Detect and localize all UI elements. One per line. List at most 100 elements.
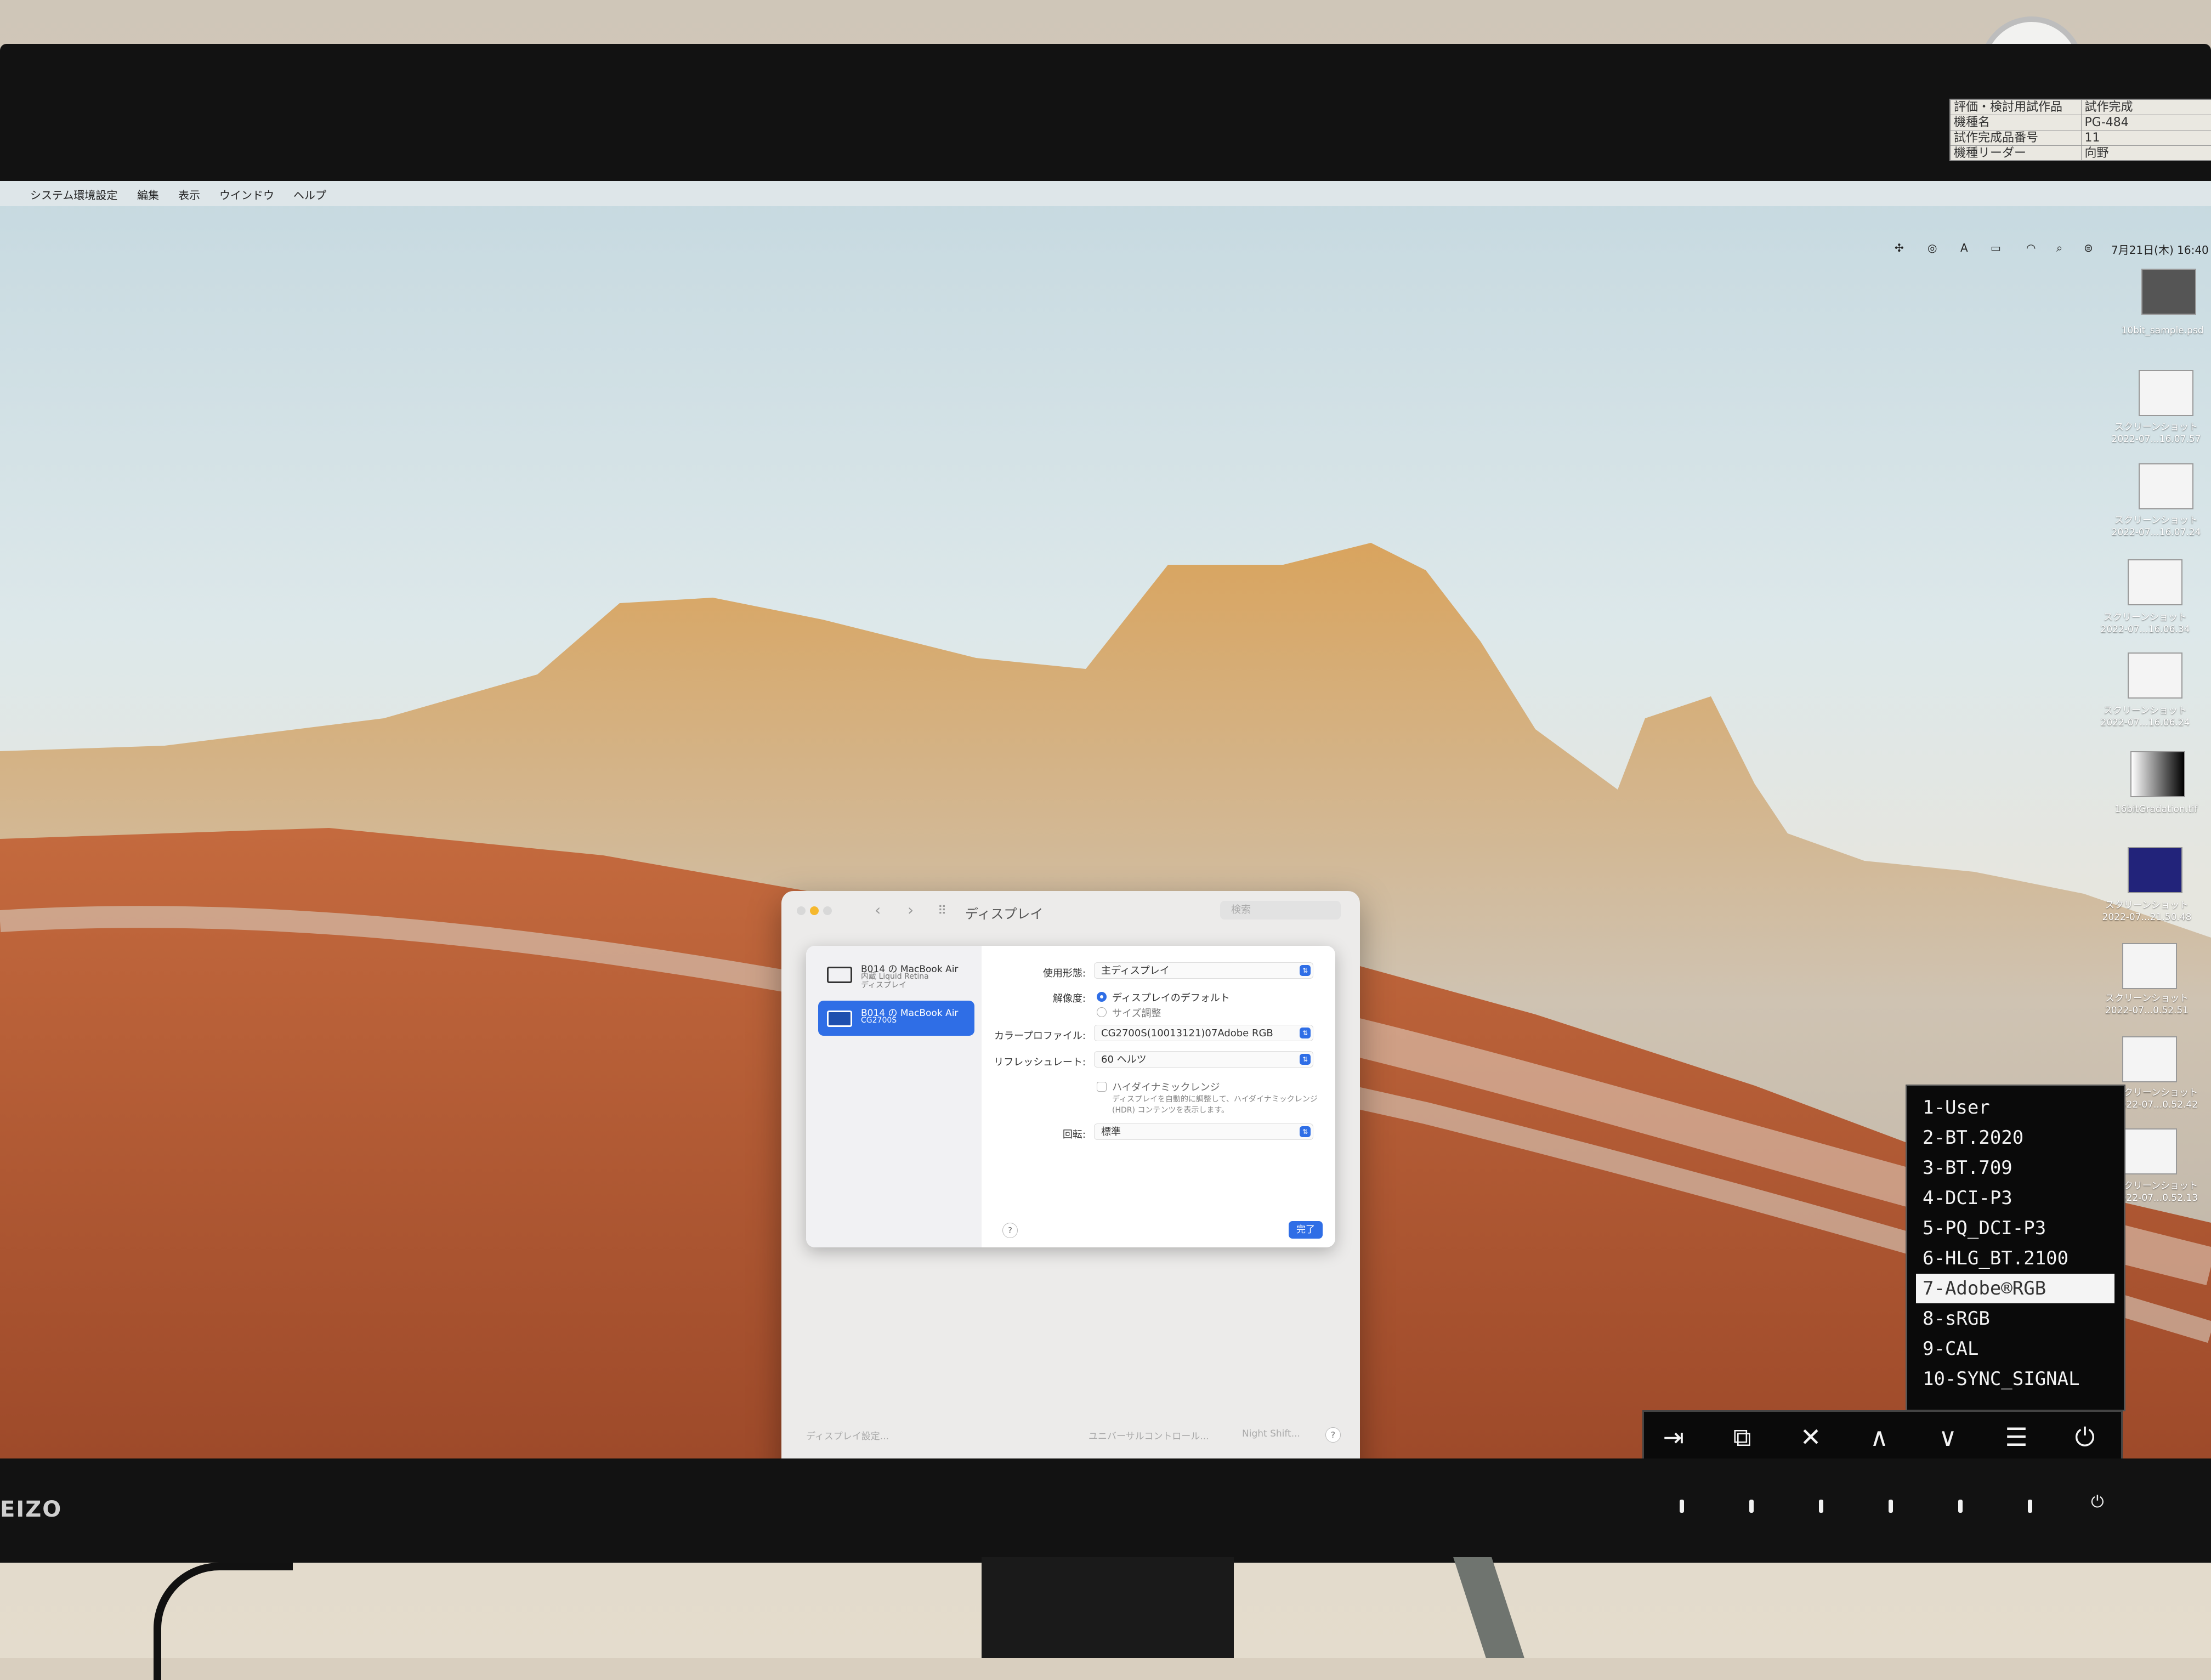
- desktop-file-icon[interactable]: [2128, 559, 2182, 605]
- menu-window[interactable]: ウインドウ: [219, 186, 274, 202]
- hdr-hint: ディスプレイを自動的に調整して、ハイダイナミックレンジ (HDR) コンテンツを…: [1112, 1094, 1320, 1116]
- osd-mode-item[interactable]: 6-HLG_BT.2100: [1916, 1244, 2114, 1273]
- desktop-file-icon[interactable]: [2122, 1128, 2177, 1174]
- hardware-button[interactable]: [1889, 1500, 1893, 1513]
- monitor-stand: [982, 1557, 1234, 1658]
- window-close-button[interactable]: [797, 906, 806, 915]
- sheet-help-button[interactable]: ?: [1002, 1223, 1018, 1238]
- desktop-file-icon[interactable]: [2122, 943, 2177, 989]
- chevron-updown-icon: ⇅: [1300, 1028, 1311, 1038]
- resolution-scaled-label: サイズ調整: [1112, 1006, 1161, 1020]
- sticker-cell: 11: [2082, 130, 2211, 145]
- battery-icon[interactable]: ▭: [1991, 241, 2001, 254]
- chevron-updown-icon: ⇅: [1300, 1054, 1311, 1065]
- osd-mode-item[interactable]: 9-CAL: [1916, 1334, 2114, 1364]
- desktop-file-label: スクリーンショット 2022-07...16.06.34: [2090, 611, 2200, 635]
- done-button[interactable]: 完了: [1289, 1221, 1323, 1239]
- show-all-grid-icon[interactable]: ⠿: [938, 904, 946, 918]
- sync-icon[interactable]: ◎: [1927, 241, 1937, 254]
- refresh-rate-label: リフレッシュレート:: [965, 1054, 1086, 1069]
- window-help-button[interactable]: ?: [1325, 1427, 1341, 1443]
- nav-back-button[interactable]: ‹: [875, 901, 881, 919]
- wifi-icon[interactable]: ◠: [2026, 241, 2036, 254]
- osd-button-guide: ⇥ ⧉ ✕ ∧ ∨ ☰ ⏻: [1642, 1410, 2123, 1458]
- display-settings-sheet: B014 の MacBook Air 内蔵 Liquid Retina ディスプ…: [806, 946, 1335, 1247]
- desktop-file-icon[interactable]: [2128, 652, 2182, 699]
- osd-mode-item[interactable]: 3-BT.709: [1916, 1153, 2114, 1183]
- menubar-clock[interactable]: 7月21日(木) 16:40: [2111, 241, 2209, 257]
- menu-app-name[interactable]: システム環境設定: [30, 186, 117, 202]
- use-as-label: 使用形態:: [965, 966, 1086, 980]
- osd-mode-item-selected[interactable]: 7-Adobe®RGB: [1916, 1274, 2114, 1303]
- osd-mode-item[interactable]: 2-BT.2020: [1916, 1123, 2114, 1153]
- resolution-scaled-radio[interactable]: [1097, 1007, 1107, 1017]
- hdr-label: ハイダイナミックレンジ: [1112, 1080, 1220, 1094]
- up-arrow-icon[interactable]: ∧: [1862, 1420, 1897, 1455]
- display-settings-button[interactable]: ディスプレイ設定...: [806, 1428, 889, 1442]
- chevron-updown-icon: ⇅: [1300, 965, 1311, 976]
- input-signal-icon[interactable]: ⇥: [1656, 1420, 1691, 1455]
- osd-mode-item[interactable]: 8-sRGB: [1916, 1304, 2114, 1333]
- refresh-rate-value: 60 ヘルツ: [1101, 1054, 1147, 1065]
- desktop-file-label: スクリーンショット 2022-07...0.52.51: [2092, 992, 2202, 1017]
- input-source-indicator[interactable]: A: [1960, 241, 1968, 254]
- hardware-button[interactable]: [1680, 1500, 1684, 1513]
- menu-view[interactable]: 表示: [178, 186, 200, 202]
- macos-statusbar: ✣ ◎ A ▭ ◠ ⌕ ⊜ 7月21日(木) 16:40: [0, 236, 2211, 260]
- search-icon[interactable]: ⌕: [2056, 241, 2062, 254]
- desktop-file-label: 10bit_sample.psd: [2114, 325, 2211, 337]
- hdr-checkbox[interactable]: [1097, 1082, 1107, 1092]
- menu-icon[interactable]: ☰: [1999, 1420, 2034, 1455]
- desktop-file-icon[interactable]: [2141, 269, 2196, 315]
- osd-mode-item[interactable]: 5-PQ_DCI-P3: [1916, 1213, 2114, 1243]
- desktop-file-label: スクリーンショット 2022-07...16.07.24: [2101, 514, 2211, 538]
- asset-sticker: 評価・検討用試作品試作完成 機種名PG-484 試作完成品番号11 機種リーダー…: [1949, 99, 2211, 161]
- osd-mode-item[interactable]: 1-User: [1916, 1093, 2114, 1122]
- window-minimize-button[interactable]: [810, 906, 819, 915]
- hardware-button[interactable]: [1958, 1500, 1963, 1513]
- hardware-button[interactable]: [1819, 1500, 1823, 1513]
- sticker-cell: 機種名: [1951, 115, 2082, 130]
- rotation-value: 標準: [1101, 1126, 1121, 1138]
- use-as-popup[interactable]: 主ディスプレイ ⇅: [1094, 962, 1313, 979]
- hardware-power-icon[interactable]: ⏻: [2091, 1492, 2104, 1512]
- power-icon[interactable]: ⏻: [2067, 1420, 2102, 1455]
- color-profile-popup[interactable]: CG2700S(10013121)07Adobe RGB ⇅: [1094, 1025, 1313, 1041]
- universal-control-button[interactable]: ユニバーサルコントロール...: [1089, 1428, 1209, 1442]
- desktop-file-label: スクリーンショット 2022-07...21.50.48: [2092, 899, 2202, 923]
- creative-cloud-icon[interactable]: ✣: [1895, 241, 1904, 254]
- night-shift-button[interactable]: Night Shift...: [1242, 1428, 1300, 1439]
- menu-edit[interactable]: 編集: [137, 186, 159, 202]
- desktop-file-icon[interactable]: [2122, 1036, 2177, 1082]
- chevron-updown-icon: ⇅: [1300, 1126, 1311, 1137]
- nav-forward-button[interactable]: ›: [908, 901, 914, 919]
- desktop-file-icon[interactable]: [2130, 751, 2185, 797]
- window-zoom-button[interactable]: [823, 906, 832, 915]
- resolution-label: 解像度:: [965, 991, 1086, 1005]
- sticker-cell: 評価・検討用試作品: [1951, 100, 2082, 115]
- display-item-cg2700s[interactable]: B014 の MacBook Air CG2700S: [818, 1001, 974, 1036]
- hardware-button[interactable]: [2028, 1500, 2032, 1513]
- menu-help[interactable]: ヘルプ: [293, 186, 326, 202]
- osd-mode-item[interactable]: 10-SYNC_SIGNAL: [1916, 1364, 2114, 1394]
- control-center-icon[interactable]: ⊜: [2084, 241, 2093, 254]
- resolution-default-radio[interactable]: [1097, 992, 1107, 1002]
- osd-mode-item[interactable]: 4-DCI-P3: [1916, 1183, 2114, 1213]
- desktop-file-icon[interactable]: [2128, 847, 2182, 893]
- down-arrow-icon[interactable]: ∨: [1930, 1420, 1965, 1455]
- search-field[interactable]: 検索: [1220, 901, 1341, 920]
- sticker-cell: 試作完成品番号: [1951, 130, 2082, 145]
- color-profile-value: CG2700S(10013121)07Adobe RGB: [1101, 1028, 1273, 1039]
- display-preferences-window: ‹ › ⠿ ディスプレイ 検索 B014 の MacBook Air 内蔵 Li…: [781, 891, 1360, 1458]
- rotation-popup[interactable]: 標準 ⇅: [1094, 1123, 1313, 1140]
- desktop-file-label: スクリーンショット 2022-07...16.06.24: [2090, 705, 2200, 729]
- picture-in-picture-icon[interactable]: ⧉: [1725, 1420, 1760, 1455]
- monitor-brand-logo: EIZO: [0, 1497, 62, 1522]
- desktop-file-icon[interactable]: [2139, 463, 2193, 509]
- hardware-button[interactable]: [1749, 1500, 1754, 1513]
- display-item-builtin[interactable]: B014 の MacBook Air 内蔵 Liquid Retina ディスプ…: [818, 957, 974, 992]
- desktop-file-icon[interactable]: [2139, 370, 2193, 416]
- refresh-rate-popup[interactable]: 60 ヘルツ ⇅: [1094, 1051, 1313, 1068]
- sticker-cell: 向野: [2082, 146, 2211, 161]
- close-icon[interactable]: ✕: [1793, 1420, 1828, 1455]
